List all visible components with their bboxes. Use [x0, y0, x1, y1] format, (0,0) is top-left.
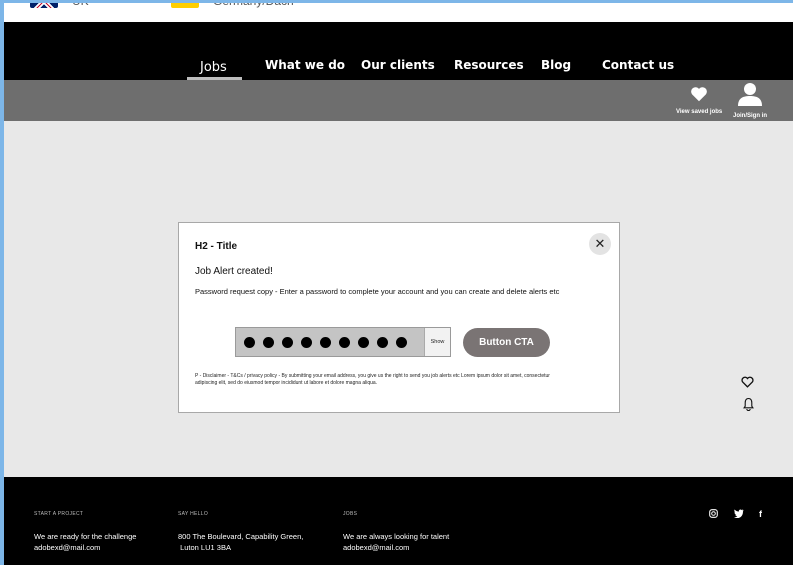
- password-mask-dot: [377, 336, 388, 348]
- footer-heading: SAY HELLO: [178, 511, 209, 517]
- facebook-icon[interactable]: f: [759, 509, 762, 519]
- password-mask: [244, 328, 407, 356]
- modal-title: H2 - Title: [195, 241, 238, 252]
- view-saved-jobs-button[interactable]: View saved jobs: [676, 86, 722, 115]
- close-button[interactable]: ✕: [589, 233, 611, 255]
- join-sign-in-button[interactable]: Join/Sign in: [733, 82, 767, 119]
- modal-subtitle: Job Alert created!: [195, 266, 273, 277]
- view-saved-jobs-label: View saved jobs: [676, 109, 723, 115]
- footer-column-say-hello: SAY HELLO 800 The Boulevard, Capability …: [178, 511, 303, 553]
- footer-heading: START A PROJECT: [34, 511, 84, 517]
- password-mask-dot: [358, 336, 369, 348]
- language-uk[interactable]: UK: [30, 0, 89, 8]
- password-mask-dot: [244, 336, 255, 348]
- close-icon: ✕: [594, 236, 606, 251]
- language-bar: UK Germany/Dach: [0, 0, 793, 22]
- footer-address-line: Luton LU1 3BA: [178, 543, 231, 552]
- main-nav: Jobs What we do Our clients Resources Bl…: [0, 22, 793, 80]
- save-job-button[interactable]: [741, 375, 754, 393]
- nav-item-our-clients[interactable]: Our clients: [361, 58, 435, 72]
- user-icon: [737, 82, 763, 111]
- nav-item-jobs[interactable]: Jobs: [200, 60, 227, 75]
- footer-heading: JOBS: [343, 511, 358, 517]
- language-germany[interactable]: Germany/Dach: [171, 0, 294, 8]
- footer: START A PROJECT We are ready for the cha…: [0, 477, 793, 565]
- password-mask-dot: [396, 336, 407, 348]
- disclaimer-text: P - Disclaimer - T&Cs / privacy policy -…: [195, 373, 550, 386]
- show-password-button[interactable]: Show: [424, 328, 450, 356]
- password-mask-dot: [282, 336, 293, 348]
- footer-text: We are always looking for talent: [343, 532, 450, 541]
- bell-icon: [743, 397, 754, 415]
- join-sign-in-label: Join/Sign in: [733, 113, 767, 119]
- language-germany-label: Germany/Dach: [213, 0, 294, 8]
- sub-bar: View saved jobs Join/Sign in: [0, 80, 793, 121]
- footer-email-link[interactable]: adobexd@mail.com: [34, 542, 136, 553]
- germany-flag-icon: [171, 0, 199, 8]
- footer-email-link[interactable]: adobexd@mail.com: [343, 542, 449, 553]
- footer-text: We are ready for the challenge: [34, 532, 137, 541]
- heart-icon: [690, 86, 708, 107]
- job-alert-modal: H2 - Title ✕ Job Alert created! Password…: [178, 222, 620, 413]
- footer-address-line: 800 The Boulevard, Capability Green,: [178, 532, 304, 541]
- nav-item-resources[interactable]: Resources: [454, 58, 524, 72]
- job-alert-button[interactable]: [743, 397, 754, 416]
- instagram-icon[interactable]: [709, 509, 718, 520]
- twitter-icon[interactable]: [734, 509, 744, 520]
- nav-item-blog[interactable]: Blog: [541, 58, 571, 72]
- language-uk-label: UK: [72, 0, 89, 8]
- heart-outline-icon: [741, 375, 754, 392]
- nav-item-contact-us[interactable]: Contact us: [602, 58, 674, 72]
- modal-copy: Password request copy - Enter a password…: [195, 287, 560, 296]
- password-mask-dot: [301, 336, 312, 348]
- password-input[interactable]: Show: [235, 327, 451, 357]
- password-mask-dot: [339, 336, 350, 348]
- nav-item-what-we-do[interactable]: What we do: [265, 58, 345, 72]
- password-mask-dot: [320, 336, 331, 348]
- footer-column-jobs: JOBS We are always looking for talent ad…: [343, 511, 449, 553]
- footer-column-start-project: START A PROJECT We are ready for the cha…: [34, 511, 136, 553]
- cta-button[interactable]: Button CTA: [463, 328, 550, 357]
- uk-flag-icon: [30, 0, 58, 8]
- password-mask-dot: [263, 336, 274, 348]
